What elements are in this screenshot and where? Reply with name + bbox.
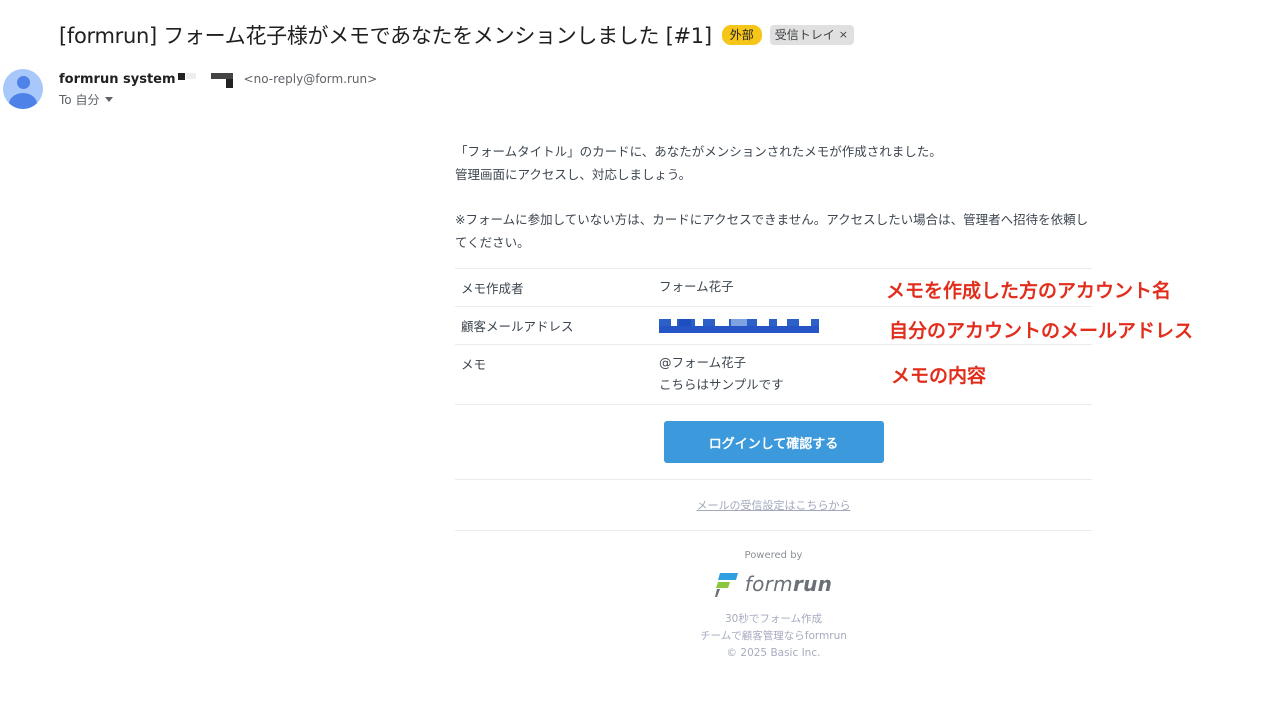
footer-text: 30秒でフォーム作成 チームで顧客管理ならformrun © 2025 Basi… <box>455 611 1092 662</box>
body-note: ※フォームに参加していない方は、カードにアクセスできません。アクセスしたい場合は… <box>455 212 1089 250</box>
table-label: 顧客メールアドレス <box>455 306 653 345</box>
body-line-2: 管理画面にアクセスし、対応しましょう。 <box>455 167 692 182</box>
footer-tagline-2: チームで顧客管理ならformrun <box>700 630 847 642</box>
inbox-label-chip[interactable]: 受信トレイ × <box>769 25 855 45</box>
footer-copyright: © 2025 Basic Inc. <box>726 647 821 659</box>
avatar-head <box>17 76 30 89</box>
annotation-email: 自分のアカウントのメールアドレス <box>889 320 1194 342</box>
table-label: メモ <box>455 344 653 405</box>
recipient-details-toggle[interactable]: To 自分 <box>59 91 114 108</box>
divider <box>455 530 1092 531</box>
remove-label-icon[interactable]: × <box>839 27 848 43</box>
powered-by-label: Powered by <box>744 550 803 561</box>
table-row: メモ @フォーム花子 こちらはサンプルです <box>455 344 1092 405</box>
annotation-author: メモを作成した方のアカウント名 <box>886 280 1172 302</box>
table-label: メモ作成者 <box>455 268 653 307</box>
sender-email: <no-reply@form.run> <box>243 72 378 86</box>
sender-avatar-icon <box>3 69 43 109</box>
body-line-1: 「フォームタイトル」のカードに、あなたがメンションされたメモが作成されました。 <box>455 144 942 159</box>
footer-tagline-1: 30秒でフォーム作成 <box>724 613 823 625</box>
login-confirm-button[interactable]: ログインして確認する <box>663 421 884 463</box>
divider <box>455 479 1092 480</box>
redacted-name-block <box>177 70 238 88</box>
formrun-logo-icon <box>714 571 741 597</box>
memo-mention: @フォーム花子 <box>659 355 747 370</box>
email-subject: [formrun] フォーム花子様がメモであなたをメンションしました [#1] <box>59 24 712 48</box>
email-subject-bar: [formrun] フォーム花子様がメモであなたをメンションしました [#1] … <box>59 19 855 51</box>
memo-content: @フォーム花子 こちらはサンプルです <box>653 344 1092 405</box>
caret-down-icon[interactable] <box>105 97 114 102</box>
body-intro: 「フォームタイトル」のカードに、あなたがメンションされたメモが作成されました。 … <box>455 140 1092 186</box>
inbox-label-text: 受信トレイ <box>774 28 835 42</box>
external-badge: 外部 <box>721 25 762 45</box>
sender-name[interactable]: formrun system <box>59 72 176 87</box>
sender-line: formrun system <no-reply@form.run> <box>59 70 377 88</box>
formrun-wordmark: formrun <box>744 572 833 596</box>
avatar-body <box>9 93 37 109</box>
recipient-label: To 自分 <box>59 93 100 107</box>
formrun-logo[interactable]: formrun <box>455 571 1092 597</box>
annotation-memo: メモの内容 <box>891 365 987 387</box>
mail-settings-link[interactable]: メールの受信設定はこちらから <box>455 497 1092 513</box>
redacted-email-block <box>659 318 819 333</box>
email-body: 「フォームタイトル」のカードに、あなたがメンションされたメモが作成されました。 … <box>455 140 1092 662</box>
memo-text: こちらはサンプルです <box>659 377 784 392</box>
